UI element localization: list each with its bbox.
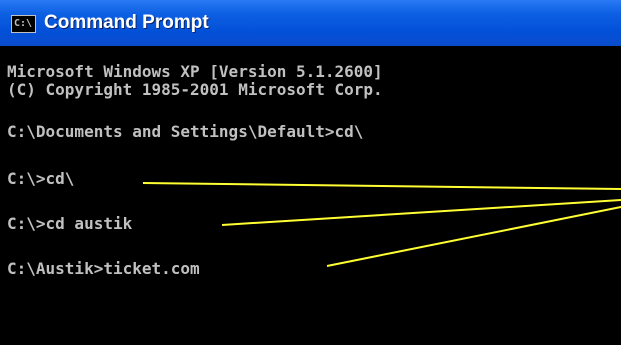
- console-output[interactable]: Microsoft Windows XP [Version 5.1.2600] …: [0, 46, 621, 345]
- command-prompt-window: C:\ Command Prompt Microsoft Windows XP …: [0, 0, 621, 345]
- cmd-icon[interactable]: C:\: [11, 15, 36, 33]
- console-line-copyright: (C) Copyright 1985-2001 Microsoft Corp.: [7, 80, 383, 99]
- console-line-cd-austik: C:\>cd austik: [7, 214, 133, 233]
- window-title: Command Prompt: [44, 12, 209, 33]
- console-line-ticket-com: C:\Austik>ticket.com: [7, 259, 200, 278]
- console-line-cd-root: C:\>cd\: [7, 169, 75, 188]
- console-line-cd-root-from-documents: C:\Documents and Settings\Default>cd\: [7, 122, 364, 141]
- console-line-version: Microsoft Windows XP [Version 5.1.2600]: [7, 62, 383, 81]
- title-bar[interactable]: C:\ Command Prompt: [0, 0, 621, 46]
